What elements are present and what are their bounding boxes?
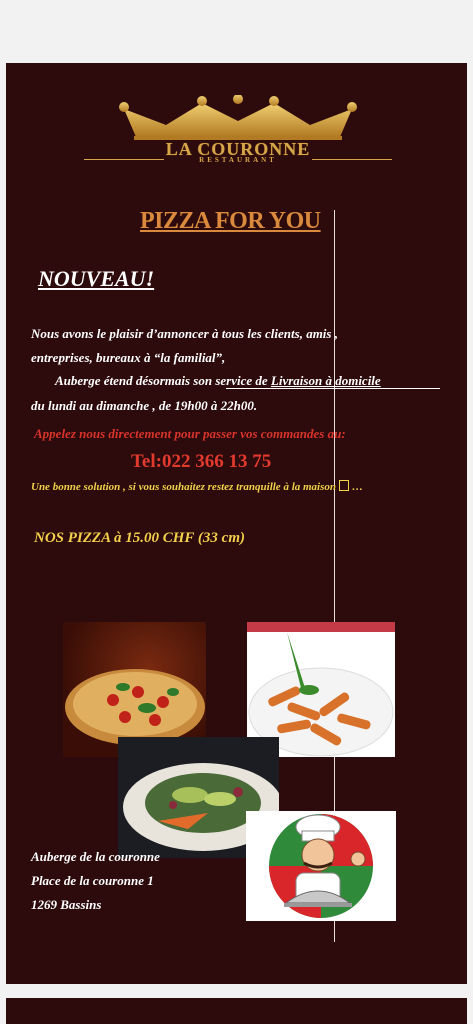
missing-glyph-icon [339,480,350,491]
announcement-line-1: Nous avons le plaisir d’annoncer à tous … [31,326,338,341]
home-delivery-link: Livraison à domicile [270,373,381,388]
announcement-line-3: Auberge étend désormais son service de L… [55,373,381,389]
next-flyer-page [6,998,467,1024]
crown-icon [119,95,357,140]
logo-rule-right [312,159,392,160]
phone-number: Tel:022 366 13 75 [131,451,272,472]
nouveau-heading: NOUVEAU! [38,266,155,291]
restaurant-logo: LA COURONNE RESTAURANT [82,95,394,165]
call-instruction: Appelez nous directement pour passer vos… [34,426,346,441]
headline: PIZZA FOR YOU [140,208,321,234]
announcement-line-2: entreprises, bureaux à “la familial”, [31,350,226,365]
solution-text-before: Une bonne solution , si vous souhaitez r… [31,481,337,493]
pizza-price: NOS PIZZA à 15.00 CHF (33 cm) [34,530,245,546]
chef-illustration [246,811,396,921]
underline-rule [226,388,440,389]
solution-text-after: … [352,481,364,493]
announcement-line-4: du lundi au dimanche , de 19h00 à 22h00. [31,398,258,413]
address-line-1: Auberge de la couronne [31,849,160,864]
solution-text: Une bonne solution , si vous souhaitez r… [31,480,363,493]
logo-subtitle: RESTAURANT [199,156,277,164]
address-line-3: 1269 Bassins [31,897,102,912]
announcement-line-3-prefix: Auberge étend désormais son service de [55,373,271,388]
address-line-2: Place de la couronne 1 [31,873,154,888]
